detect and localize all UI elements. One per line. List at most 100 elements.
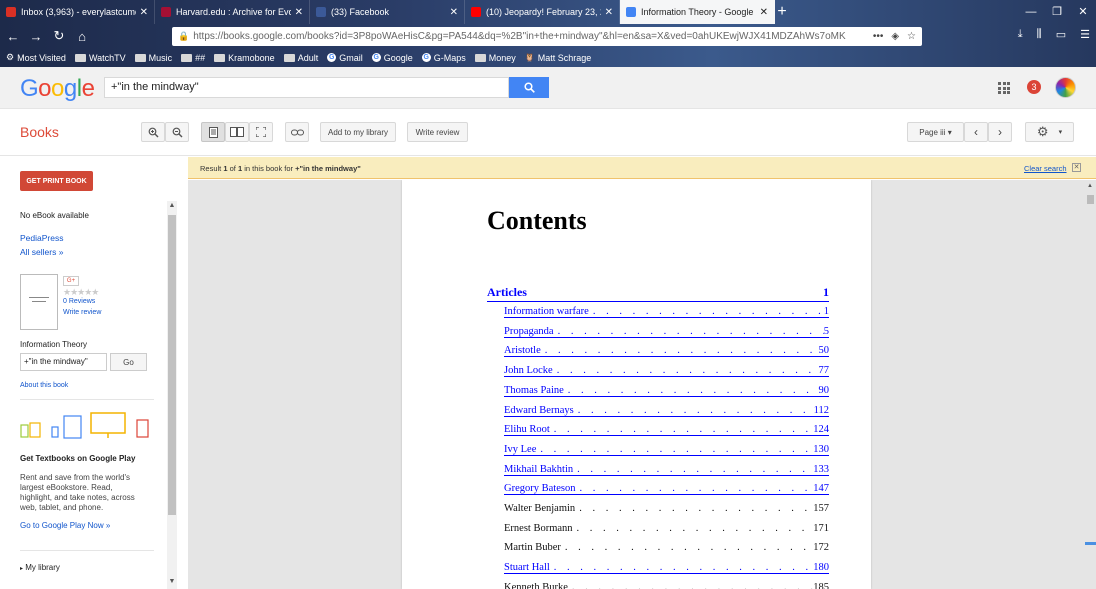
- my-library-link[interactable]: ▸ My library: [20, 563, 60, 572]
- toc-articles-link[interactable]: Articles 1: [487, 285, 829, 302]
- two-page-view-button[interactable]: [225, 122, 249, 142]
- close-icon[interactable]: ✕: [1072, 163, 1081, 172]
- close-window-icon[interactable]: ✕: [1070, 0, 1096, 24]
- library-icon[interactable]: ⫼: [1037, 28, 1042, 41]
- search-button[interactable]: [509, 77, 549, 98]
- write-review-link[interactable]: Write review: [63, 309, 101, 316]
- browser-tab[interactable]: (10) Jeopardy! February 23, 201 ✕: [465, 0, 620, 24]
- single-page-view-button[interactable]: [201, 122, 225, 142]
- toc-entry: Martin Buber. . . . . . . . . . . . . . …: [504, 542, 829, 553]
- scroll-down-icon[interactable]: ▼: [167, 578, 177, 585]
- download-icon[interactable]: ⤓: [1018, 28, 1023, 41]
- toc-entry[interactable]: Elihu Root. . . . . . . . . . . . . . . …: [504, 424, 829, 437]
- bookmark-item[interactable]: G Gmail: [327, 53, 363, 63]
- zoom-in-button[interactable]: [141, 122, 165, 142]
- prev-page-button[interactable]: ‹: [964, 122, 988, 142]
- scroll-up-icon[interactable]: ▲: [167, 202, 177, 209]
- scrollbar-thumb[interactable]: [168, 215, 176, 515]
- favicon-icon: [161, 7, 171, 17]
- toc-entry[interactable]: Edward Bernays. . . . . . . . . . . . . …: [504, 405, 829, 417]
- toc-entry[interactable]: Ivy Lee. . . . . . . . . . . . . . . . .…: [504, 444, 829, 456]
- toc-entry[interactable]: Mikhail Bakhtin. . . . . . . . . . . . .…: [504, 464, 829, 476]
- url-bar[interactable]: 🔒 https://books.google.com/books?id=3P8p…: [172, 27, 922, 46]
- apps-grid-icon[interactable]: [998, 82, 1010, 94]
- maximize-icon[interactable]: ❐: [1044, 0, 1070, 24]
- fullscreen-button[interactable]: [249, 122, 273, 142]
- toc-entry[interactable]: Propaganda. . . . . . . . . . . . . . . …: [504, 326, 829, 338]
- close-tab-icon[interactable]: ✕: [605, 7, 613, 18]
- zoom-out-button[interactable]: [165, 122, 189, 142]
- about-book-link[interactable]: About this book: [20, 382, 68, 389]
- link-button[interactable]: [285, 122, 309, 142]
- bookmark-item[interactable]: Money: [474, 53, 516, 63]
- minimize-icon[interactable]: —: [1018, 0, 1044, 24]
- book-cover-thumbnail[interactable]: [20, 274, 58, 330]
- toc-entry[interactable]: Stuart Hall. . . . . . . . . . . . . . .…: [504, 562, 829, 575]
- bookmark-item[interactable]: G Google: [371, 53, 413, 63]
- close-tab-icon[interactable]: ✕: [760, 7, 768, 18]
- devices-illustration: [20, 412, 149, 439]
- browser-tab[interactable]: Inbox (3,963) - everylastcumdi ✕: [0, 0, 155, 24]
- all-sellers-link[interactable]: All sellers »: [20, 247, 63, 257]
- back-icon[interactable]: ←: [3, 26, 23, 46]
- forward-icon[interactable]: →: [26, 26, 46, 46]
- go-button[interactable]: Go: [110, 353, 147, 371]
- bookmark-label: ##: [195, 52, 206, 63]
- close-tab-icon[interactable]: ✕: [450, 7, 458, 18]
- more-icon[interactable]: •••: [873, 31, 884, 42]
- close-tab-icon[interactable]: ✕: [295, 7, 303, 18]
- scrollbar-thumb[interactable]: [1087, 195, 1094, 204]
- new-tab-button[interactable]: +: [770, 0, 794, 24]
- get-print-book-button[interactable]: GET PRINT BOOK: [20, 171, 93, 191]
- toc-leader-dots: . . . . . . . . . . . . . . . . . . . . …: [579, 503, 813, 514]
- books-section-title[interactable]: Books: [20, 124, 59, 140]
- home-icon[interactable]: ⌂: [72, 26, 92, 46]
- browser-tab[interactable]: Information Theory - Google B ✕: [620, 0, 775, 24]
- scroll-up-icon[interactable]: ▲: [1087, 183, 1093, 189]
- sidebar-icon[interactable]: ▭: [1056, 28, 1066, 41]
- close-tab-icon[interactable]: ✕: [140, 7, 148, 18]
- search-in-book-input[interactable]: +"in the mindway": [20, 353, 107, 371]
- toc-entry[interactable]: Thomas Paine. . . . . . . . . . . . . . …: [504, 385, 829, 397]
- toc-entry[interactable]: Aristotle. . . . . . . . . . . . . . . .…: [504, 345, 829, 358]
- toc-entry-page: 90: [818, 384, 830, 396]
- page-title: Contents: [487, 206, 587, 235]
- gplus-button[interactable]: G+: [63, 276, 79, 286]
- add-to-library-button[interactable]: Add to my library: [320, 122, 396, 142]
- reviews-link[interactable]: 0 Reviews: [63, 298, 95, 305]
- settings-button[interactable]: ⚙ ▾: [1025, 122, 1074, 142]
- google-logo[interactable]: Google: [20, 75, 95, 103]
- avatar[interactable]: [1055, 77, 1076, 98]
- reload-icon[interactable]: ↻: [49, 26, 69, 46]
- bookmark-item[interactable]: ⚙ Most Visited: [6, 52, 66, 63]
- google-play-link[interactable]: Go to Google Play Now »: [20, 521, 110, 530]
- bookmark-item[interactable]: Kramobone: [214, 53, 275, 63]
- browser-tab[interactable]: Harvard.edu : Archive for Evolu ✕: [155, 0, 310, 24]
- pocket-icon[interactable]: ◈: [891, 31, 899, 42]
- write-review-button[interactable]: Write review: [407, 122, 468, 142]
- bookmark-item[interactable]: Music: [134, 52, 173, 63]
- viewer-scrollbar[interactable]: ▲: [1085, 180, 1096, 589]
- search-input[interactable]: +"in the mindway": [104, 77, 509, 98]
- bookmark-item[interactable]: 🦉 Matt Schrage: [525, 53, 592, 63]
- page-select[interactable]: Page iii ▾: [907, 122, 964, 142]
- browser-tab[interactable]: (33) Facebook ✕: [310, 0, 465, 24]
- next-page-button[interactable]: ›: [988, 122, 1012, 142]
- bookmark-item[interactable]: Adult: [283, 53, 318, 63]
- my-library-label: My library: [25, 563, 60, 572]
- clear-search-link[interactable]: Clear search: [1024, 164, 1067, 173]
- bookmark-item[interactable]: G G-Maps: [421, 53, 466, 63]
- notifications-badge[interactable]: 3: [1027, 80, 1041, 94]
- sidebar-scrollbar[interactable]: ▲ ▼: [167, 201, 177, 589]
- toc-entry[interactable]: Information warfare. . . . . . . . . . .…: [504, 306, 829, 318]
- bookmark-item[interactable]: WatchTV: [74, 53, 126, 63]
- seller-link[interactable]: PediaPress: [20, 233, 63, 243]
- bookmark-label: Music: [148, 52, 173, 63]
- toc-entry[interactable]: Gregory Bateson. . . . . . . . . . . . .…: [504, 483, 829, 496]
- toc-entry[interactable]: John Locke. . . . . . . . . . . . . . . …: [504, 365, 829, 378]
- star-icon[interactable]: ☆: [907, 31, 916, 42]
- bookmark-item[interactable]: ##: [181, 53, 205, 63]
- result-of: of: [229, 164, 236, 173]
- book-viewer[interactable]: Contents Articles 1 Information warfare.…: [188, 180, 1096, 589]
- menu-icon[interactable]: ☰: [1080, 28, 1090, 41]
